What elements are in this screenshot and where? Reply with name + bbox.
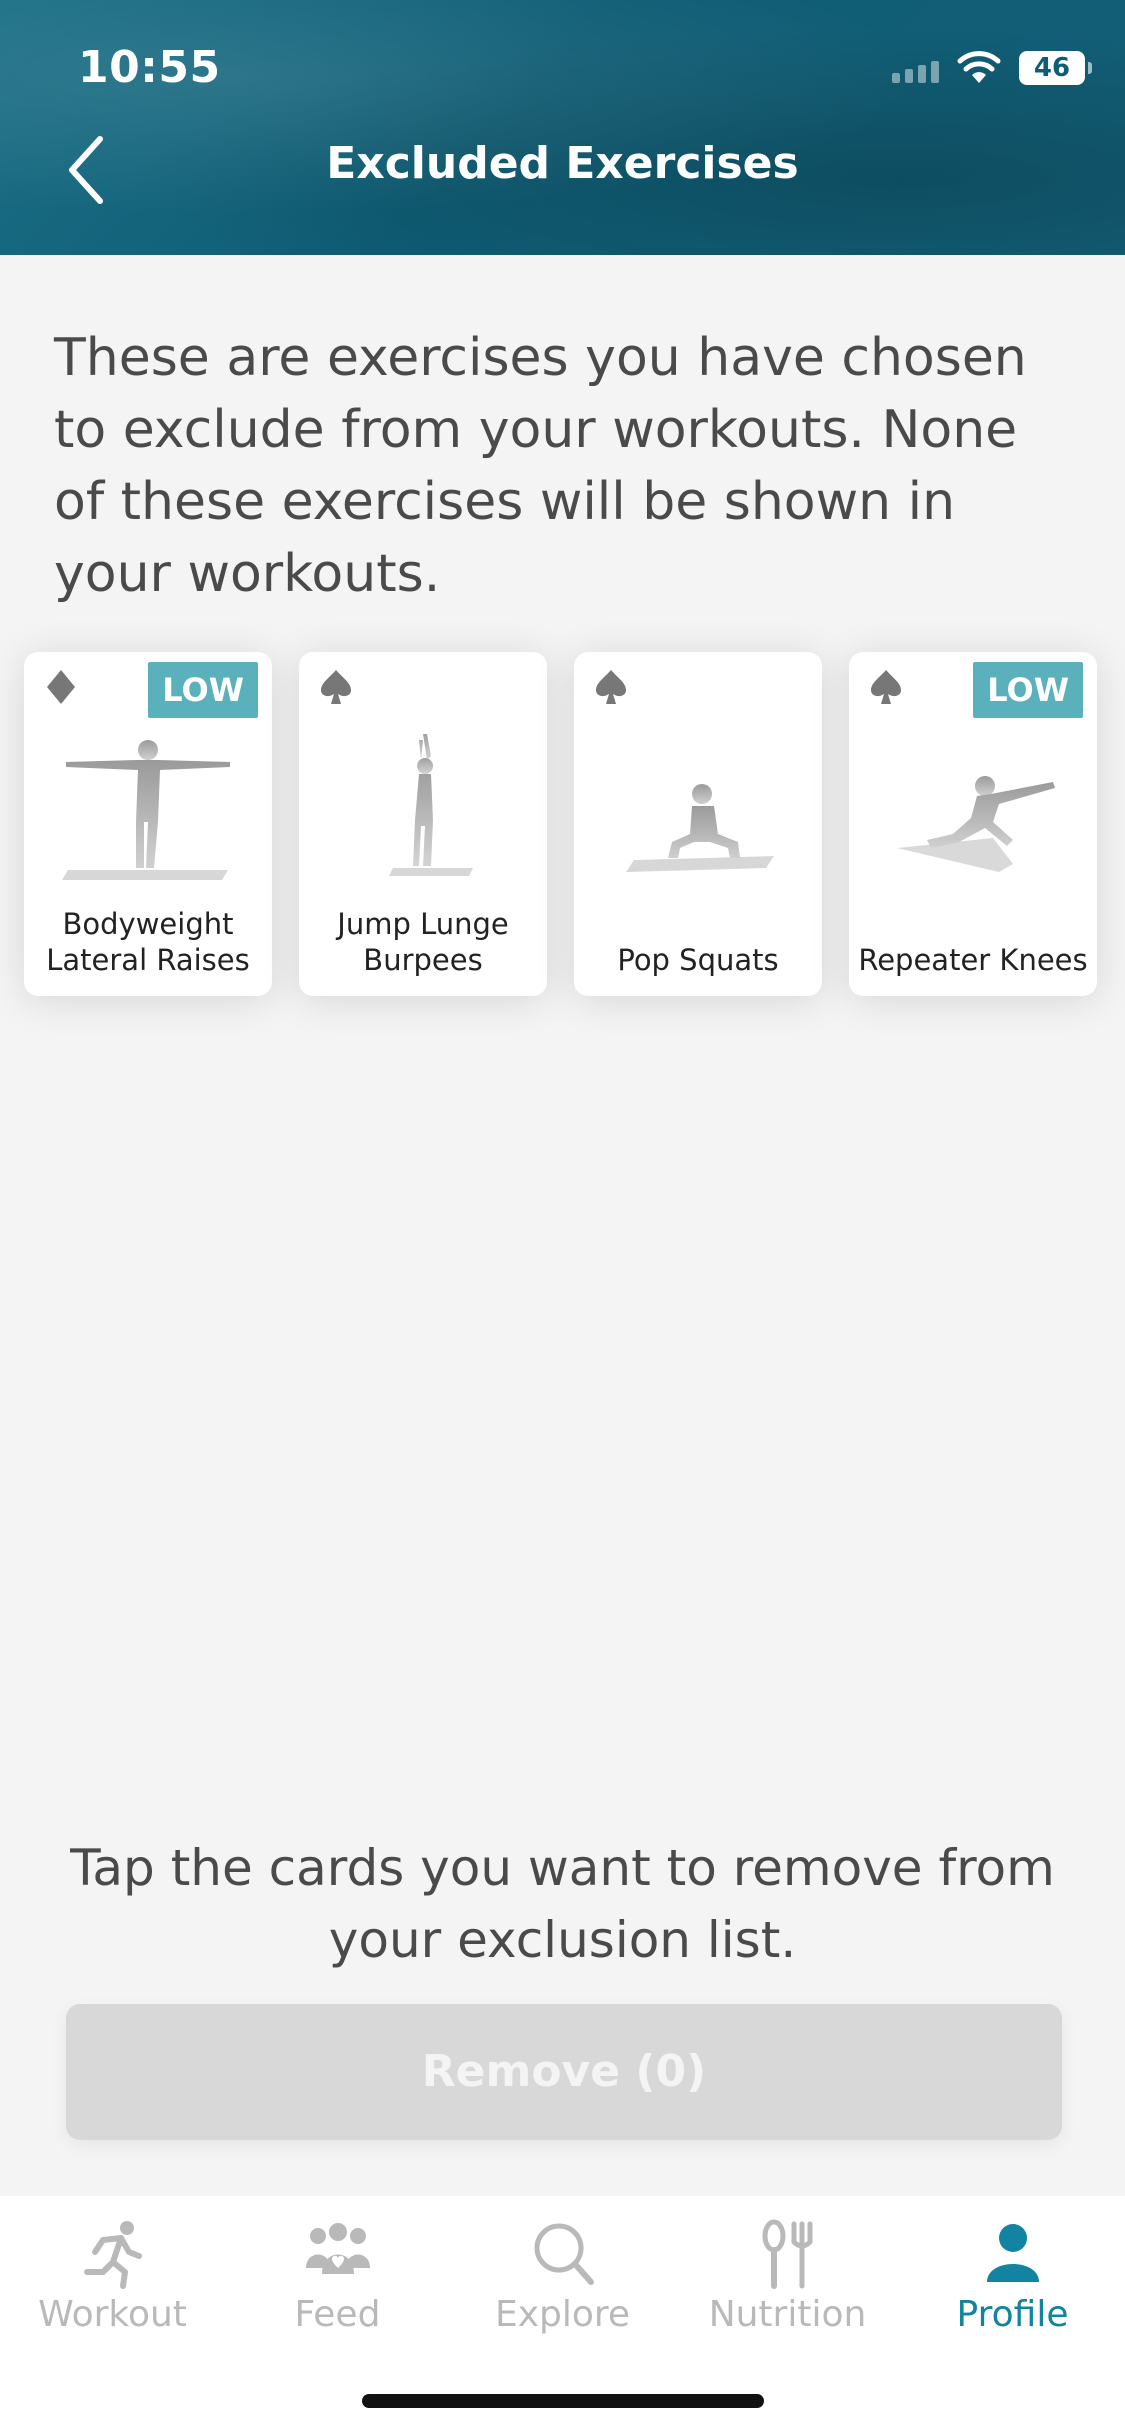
intensity-badge: LOW <box>973 662 1083 718</box>
description-text: These are exercises you have chosen to e… <box>54 328 1027 604</box>
exercise-label-line: Pop Squats <box>617 943 779 977</box>
status-icons: 46 <box>892 48 1092 88</box>
wifi-icon <box>957 51 1001 85</box>
tab-label: Explore <box>494 2294 631 2335</box>
spade-icon <box>321 670 351 704</box>
home-indicator[interactable] <box>362 2394 764 2408</box>
instructions-text: Tap the cards you want to remove from yo… <box>70 1839 1055 1969</box>
tab-explore[interactable]: Explore <box>450 2218 675 2348</box>
page-title: Excluded Exercises <box>326 138 799 189</box>
spade-icon <box>596 670 626 704</box>
exercise-label-line: Jump Lunge <box>337 907 509 941</box>
tab-label: Feed <box>294 2294 381 2335</box>
cellular-signal-icon <box>892 53 939 83</box>
exercise-figure-icon <box>389 734 473 876</box>
screen: 10:55 46 Excluded Exercises These are ex… <box>0 0 1125 2436</box>
spade-icon <box>871 670 901 704</box>
status-time: 10:55 <box>78 42 221 93</box>
exercise-figure-icon <box>626 784 774 872</box>
tab-label: Profile <box>956 2294 1069 2335</box>
tab-label: Workout <box>38 2294 187 2335</box>
exercise-card[interactable]: Pop Squats <box>574 652 822 996</box>
exercise-card[interactable]: LOW Bodyweight Lateral Raises <box>24 652 272 996</box>
tab-feed[interactable]: Feed <box>225 2218 450 2348</box>
exercise-label: Pop Squats <box>574 942 822 978</box>
exercise-figure-icon <box>62 740 230 880</box>
exercise-label-line: Repeater Knees <box>858 943 1088 977</box>
utensils-icon <box>762 2219 812 2289</box>
intensity-badge: LOW <box>148 662 258 718</box>
exercise-label: Jump Lunge Burpees <box>299 906 547 978</box>
tab-workout[interactable]: Workout <box>0 2218 225 2348</box>
exercise-label: Bodyweight Lateral Raises <box>24 906 272 978</box>
person-icon <box>986 2224 1039 2282</box>
tab-nutrition[interactable]: Nutrition <box>675 2218 900 2348</box>
exercise-card[interactable]: Jump Lunge Burpees <box>299 652 547 996</box>
exercise-label-line: Bodyweight <box>62 907 234 941</box>
exercise-label-line: Burpees <box>363 943 483 977</box>
excluded-cards-row: LOW Bodyweight Lateral Raises Jump Lunge… <box>24 652 1097 996</box>
header-bar: 10:55 46 Excluded Exercises <box>0 0 1125 255</box>
remove-button[interactable]: Remove (0) <box>66 2004 1062 2140</box>
search-icon <box>534 2223 594 2285</box>
battery-icon: 46 <box>1019 51 1092 85</box>
tab-profile[interactable]: Profile <box>900 2218 1125 2348</box>
group-icon <box>305 2223 370 2274</box>
diamond-icon <box>47 670 75 704</box>
exercise-label: Repeater Knees <box>849 942 1097 978</box>
running-icon <box>83 2221 142 2289</box>
exercise-card[interactable]: LOW Repeater Knees <box>849 652 1097 996</box>
exercise-figure-icon <box>897 776 1055 872</box>
tab-label: Nutrition <box>708 2294 867 2335</box>
exercise-label-line: Lateral Raises <box>46 943 250 977</box>
